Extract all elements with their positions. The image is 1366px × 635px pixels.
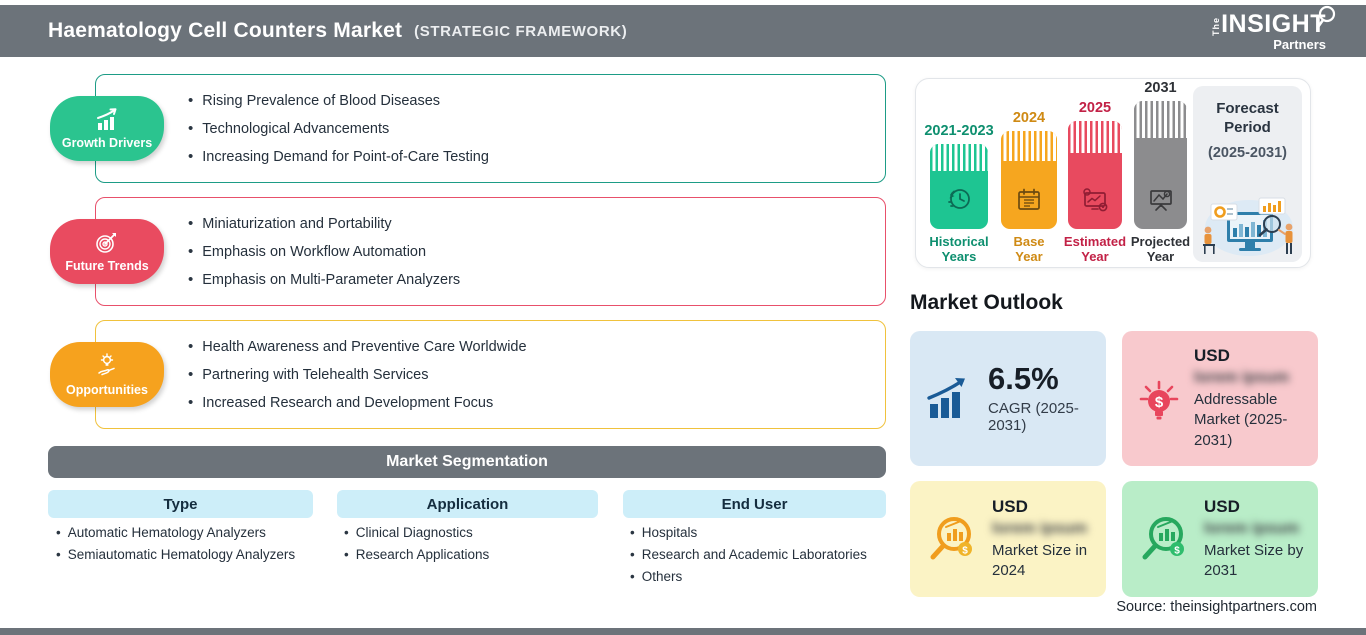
list-item: Research Applications [344, 547, 490, 562]
opportunities-badge: Opportunities [50, 342, 164, 407]
market-segmentation-bar: Market Segmentation [48, 446, 886, 478]
timeline-bar-label: Base Year [1013, 234, 1045, 265]
currency-label: USD [992, 496, 1028, 516]
svg-text:$: $ [1174, 546, 1180, 557]
timeline-bar-historical [930, 144, 988, 229]
card-label: Market Size by 2031 [1204, 541, 1304, 579]
history-clock-icon [948, 189, 970, 209]
opportunities-box: Health Awareness and Preventive Care Wor… [95, 320, 886, 429]
timeline-year: 2021-2023 [924, 123, 994, 139]
list-item: Emphasis on Multi-Parameter Analyzers [188, 271, 885, 288]
growth-drivers-badge: Growth Drivers [50, 96, 164, 161]
timeline-bar-estimated [1068, 121, 1122, 229]
list-item: Miniaturization and Portability [188, 215, 885, 232]
card-label: Market Size in 2024 [992, 541, 1088, 579]
blurred-value: lorem ipsum [1194, 369, 1290, 387]
growth-bars-arrow-icon [97, 108, 117, 130]
timeline-year: 2024 [1012, 110, 1046, 126]
application-list: Clinical Diagnostics Research Applicatio… [344, 525, 490, 569]
future-trends-list: Miniaturization and Portability Emphasis… [96, 198, 885, 305]
list-item: Health Awareness and Preventive Care Wor… [188, 338, 885, 355]
future-trends-label: Future Trends [65, 259, 149, 273]
timeline-bar-projected [1134, 101, 1187, 229]
growth-drivers-label: Growth Drivers [61, 136, 153, 150]
list-item: Emphasis on Workflow Automation [188, 243, 885, 260]
list-item: Hospitals [630, 525, 867, 540]
currency-label: USD [1204, 496, 1240, 516]
cagr-card: 6.5% CAGR (2025-2031) [910, 331, 1106, 466]
list-item: Semiautomatic Hematology Analyzers [56, 547, 295, 562]
segment-header-enduser: End User [623, 490, 886, 518]
list-item: Rising Prevalence of Blood Diseases [188, 92, 885, 109]
enduser-list: Hospitals Research and Academic Laborato… [630, 525, 867, 591]
blurred-value: lorem ipsum [992, 519, 1088, 537]
presentation-screen-icon [1149, 190, 1172, 211]
hand-bulb-icon [98, 352, 115, 375]
magnifier-icon [1316, 5, 1336, 28]
currency-label: USD [1194, 346, 1230, 366]
list-item: Automatic Hematology Analyzers [56, 525, 295, 540]
timeline-year: 2031 [1144, 80, 1177, 96]
svg-text:$: $ [962, 546, 968, 557]
timeline-bar-base [1001, 131, 1057, 229]
magnifier-chart-green-icon: $ [1142, 517, 1184, 560]
cagr-label: CAGR (2025-2031) [988, 399, 1079, 434]
timeline-year: 2025 [1078, 100, 1112, 116]
timeline-panel: 2021-2023 2024 2025 2031 Historical Year… [915, 78, 1311, 268]
calendar-icon [1018, 188, 1040, 210]
growth-drivers-box: Rising Prevalence of Blood Diseases Tech… [95, 74, 886, 183]
market-segmentation-title: Market Segmentation [386, 453, 548, 470]
list-item: Technological Advancements [188, 120, 885, 137]
logo-the-text: The [1211, 16, 1222, 36]
opportunities-label: Opportunities [66, 382, 148, 397]
magnifier-chart-orange-icon: $ [930, 517, 972, 560]
growth-chart-icon [927, 377, 965, 418]
analysts-illustration [1203, 197, 1293, 256]
market-size-2031-card: $ USD lorem ipsum Market Size by 2031 [1122, 481, 1318, 597]
monitor-gear-icon [1083, 188, 1108, 212]
forecast-period-box: Forecast Period (2025-2031) [1193, 86, 1302, 262]
timeline-bar-label: Historical Years [929, 234, 989, 265]
growth-drivers-list: Rising Prevalence of Blood Diseases Tech… [96, 75, 885, 182]
market-outlook-title: Market Outlook [910, 291, 1063, 314]
list-item: Increasing Demand for Point-of-Care Test… [188, 148, 885, 165]
segment-header-application: Application [337, 490, 598, 518]
addressable-market-card: $ USD lorem ipsum Addressable Market (20… [1122, 331, 1318, 466]
card-label: Addressable Market (2025-2031) [1194, 391, 1288, 449]
opportunities-list: Health Awareness and Preventive Care Wor… [96, 321, 885, 428]
logo-partners-text: Partners [1273, 36, 1326, 52]
list-item: Partnering with Telehealth Services [188, 366, 885, 383]
forecast-period-range: (2025-2031) [1208, 144, 1287, 161]
future-trends-badge: Future Trends [50, 219, 164, 284]
segment-header-type: Type [48, 490, 313, 518]
infographic-page: Haematology Cell Counters Market (STRATE… [0, 0, 1366, 635]
list-item: Increased Research and Development Focus [188, 394, 885, 411]
forecast-period-title: Forecast Period [1216, 100, 1279, 136]
page-subtitle: (STRATEGIC FRAMEWORK) [414, 22, 628, 40]
svg-text:$: $ [1155, 394, 1164, 411]
timeline-bar-label: Projected Year [1130, 234, 1191, 265]
bulb-dollar-icon: $ [1139, 380, 1179, 419]
list-item: Clinical Diagnostics [344, 525, 489, 540]
page-title: Haematology Cell Counters Market [48, 19, 403, 42]
list-item: Others [630, 569, 867, 584]
logo-insight-text: INSIGHT [1221, 9, 1326, 38]
cagr-value: 6.5% [988, 361, 1059, 397]
blurred-value: lorem ipsum [1204, 519, 1300, 537]
target-dart-icon [96, 233, 116, 253]
type-list: Automatic Hematology Analyzers Semiautom… [56, 525, 295, 569]
bottom-divider-bar [0, 628, 1366, 635]
header-bar: Haematology Cell Counters Market (STRATE… [0, 5, 1366, 57]
market-size-2024-card: $ USD lorem ipsum Market Size in 2024 [910, 481, 1106, 597]
insight-partners-logo: The INSIGHT Partners [1211, 5, 1336, 52]
list-item: Research and Academic Laboratories [630, 547, 867, 562]
source-attribution: Source: theinsightpartners.com [1116, 599, 1317, 615]
future-trends-box: Miniaturization and Portability Emphasis… [95, 197, 886, 306]
timeline-bar-label: Estimated Year [1063, 234, 1127, 265]
